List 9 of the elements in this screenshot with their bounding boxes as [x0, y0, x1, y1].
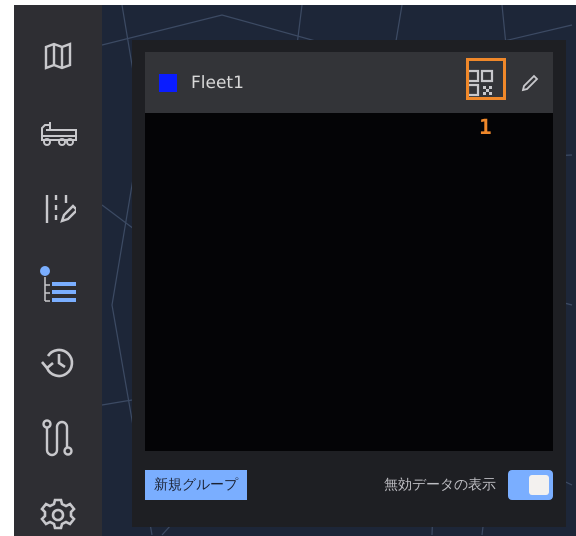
new-group-button[interactable]: 新規グループ — [145, 470, 247, 500]
callout-box — [466, 58, 506, 100]
callout-number: 1 — [479, 115, 492, 139]
map-icon — [43, 41, 73, 72]
route-icon — [41, 419, 75, 458]
toggle-switch[interactable] — [508, 470, 553, 500]
toggle-label: 無効データの表示 — [384, 476, 496, 494]
group-name: Fleet1 — [191, 72, 245, 92]
pencil-icon[interactable] — [521, 74, 539, 92]
